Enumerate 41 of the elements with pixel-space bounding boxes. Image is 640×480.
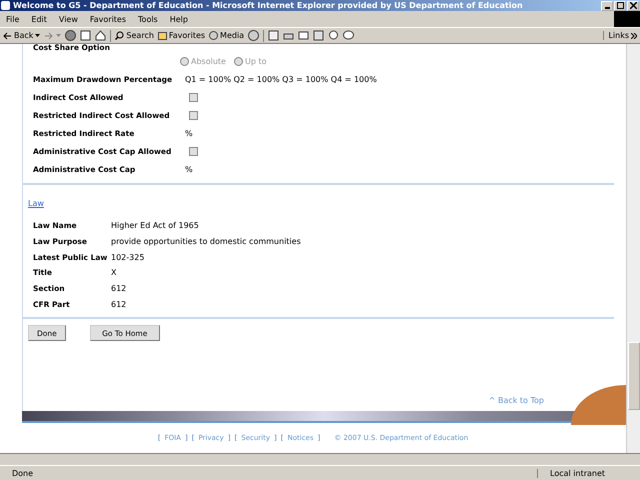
menu-item[interactable]: Edit (25, 14, 53, 24)
vertical-scrollbar[interactable] (626, 44, 640, 453)
checkbox[interactable] (189, 92, 198, 102)
field-value: Q1 = 100% Q2 = 100% Q3 = 100% Q4 = 100% (185, 74, 377, 84)
disc-icon (209, 31, 218, 40)
search-button[interactable]: Search (115, 31, 154, 40)
favorites-button[interactable]: Favorites (158, 31, 206, 40)
field-value: 612 (111, 284, 126, 294)
checkbox[interactable] (189, 146, 198, 156)
speech-bubble-icon[interactable] (343, 30, 354, 41)
security-zone: Local intranet (537, 468, 640, 478)
back-arrow-icon (3, 32, 12, 40)
chevron-icon (631, 32, 637, 38)
browser-icon (1, 1, 10, 10)
field-value: % (185, 164, 193, 174)
menu-item[interactable]: File (0, 14, 26, 24)
restore-icon (616, 2, 624, 9)
field-value: provide opportunities to domestic communities (111, 237, 301, 246)
field-value: 612 (111, 300, 126, 309)
close-icon (630, 2, 636, 9)
field-value: 102-325 (111, 252, 144, 262)
checkbox[interactable] (189, 110, 198, 120)
menu-item[interactable]: Favorites (84, 14, 132, 24)
section-link[interactable]: Law (28, 199, 44, 208)
media-button[interactable]: Media (209, 31, 244, 40)
menu-item[interactable]: Tools (132, 14, 164, 24)
back-button[interactable]: Back (3, 31, 40, 40)
links-button[interactable]: Links (603, 31, 637, 40)
maximize-button[interactable] (614, 0, 626, 10)
status-text: Done (11, 468, 34, 478)
search-icon (115, 31, 124, 40)
home-icon[interactable] (95, 30, 106, 41)
field-value: % (185, 128, 193, 138)
field-value: Higher Ed Act of 1965 (111, 221, 199, 230)
menu-item[interactable]: View (52, 14, 84, 24)
close-button[interactable] (627, 0, 639, 10)
field-value: X (111, 268, 116, 278)
caret-icon (35, 34, 40, 38)
window-title: Welcome to G5 - Department of Education - Microsoft Internet Explorer provided by US Department of Education (13, 1, 524, 10)
minimize-button[interactable] (601, 0, 613, 10)
menu-item[interactable]: Help (164, 14, 194, 24)
